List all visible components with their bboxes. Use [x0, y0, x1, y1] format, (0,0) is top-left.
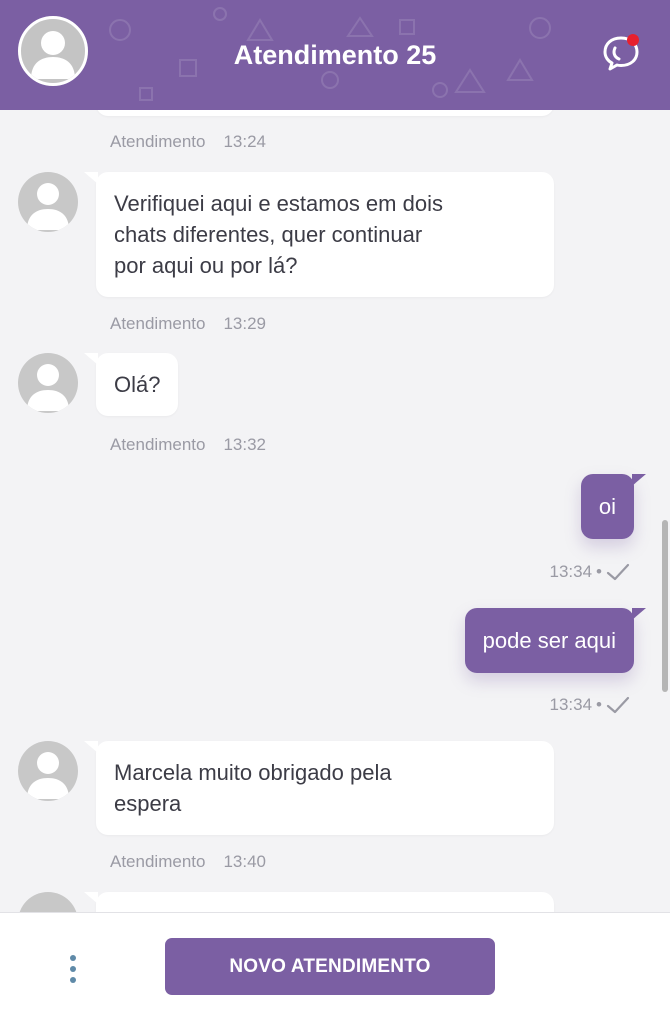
- page-title: Atendimento 25: [233, 39, 437, 70]
- message-text-line: pode ser aqui: [482, 628, 616, 653]
- message-time: 13:34: [549, 695, 593, 714]
- message-separator: •: [596, 562, 602, 581]
- scrollbar[interactable]: [660, 110, 670, 912]
- new-attendance-button[interactable]: NOVO ATENDIMENTO: [165, 938, 495, 995]
- scrollbar-thumb[interactable]: [662, 520, 668, 692]
- more-vertical-icon: [70, 966, 76, 972]
- user-avatar-icon: [27, 752, 69, 799]
- message-time: 13:32: [223, 435, 266, 454]
- message-text-line: oi: [598, 494, 616, 519]
- message-bubble: Olá?: [83, 353, 179, 416]
- more-vertical-icon: [70, 977, 76, 983]
- message-sender: Atendimento: [110, 435, 206, 454]
- message-meta: Atendimento 13:40: [110, 852, 266, 872]
- message-bubble: Marcela muito obrigado pela espera: [84, 741, 554, 835]
- message-text-line: Marcela muito obrigado pela: [114, 760, 392, 785]
- message-meta: 13:34 •: [550, 562, 631, 582]
- notification-dot: [627, 34, 639, 46]
- avatar: [18, 172, 78, 232]
- message-time: 13:34: [549, 562, 593, 581]
- user-avatar-icon: [27, 183, 69, 230]
- message-bubble-partial: [96, 110, 554, 116]
- more-vertical-icon: [70, 955, 76, 961]
- message-bubble: Verifiquei aqui e estamos em dois chats …: [84, 172, 554, 297]
- user-avatar-icon: [31, 31, 75, 79]
- chat-header: Atendimento 25: [0, 0, 670, 110]
- message-meta: 13:34 •: [550, 695, 631, 715]
- message-text-line: espera: [114, 791, 182, 816]
- more-options-button[interactable]: [58, 949, 88, 989]
- message-sender: Atendimento: [110, 132, 206, 151]
- message-meta: Atendimento 13:29: [110, 314, 266, 334]
- avatar: [18, 741, 78, 801]
- message-text-line: chats diferentes, quer continuar: [114, 222, 423, 247]
- header-avatar: [18, 16, 88, 86]
- message-sender: Atendimento: [110, 314, 206, 333]
- message-meta: Atendimento 13:24: [110, 132, 266, 152]
- message-list[interactable]: Atendimento 13:24 Verifiquei aqui e estam…: [0, 110, 670, 912]
- message-text-line: por aqui ou por lá?: [114, 253, 298, 278]
- message-time: 13:24: [223, 132, 266, 151]
- chat-notification-button[interactable]: [598, 30, 644, 76]
- avatar: [18, 353, 78, 413]
- message-time: 13:29: [223, 314, 266, 333]
- message-separator: •: [596, 695, 602, 714]
- message-meta: Atendimento 13:32: [110, 435, 266, 455]
- message-bubble-outgoing: pode ser aqui: [464, 608, 647, 673]
- chat-notification-icon: [603, 34, 639, 71]
- check-icon: [606, 563, 630, 581]
- message-text-line: Olá?: [114, 372, 161, 397]
- message-bubble-outgoing: oi: [580, 474, 647, 539]
- message-text-line: Verifiquei aqui e estamos em dois: [114, 191, 443, 216]
- check-icon: [606, 696, 630, 714]
- avatar: [18, 892, 78, 912]
- user-avatar-icon: [27, 364, 69, 411]
- message-bubble-partial: [84, 892, 554, 912]
- message-time: 13:40: [223, 852, 266, 871]
- message-sender: Atendimento: [110, 852, 206, 871]
- chat-footer: NOVO ATENDIMENTO: [0, 912, 670, 1024]
